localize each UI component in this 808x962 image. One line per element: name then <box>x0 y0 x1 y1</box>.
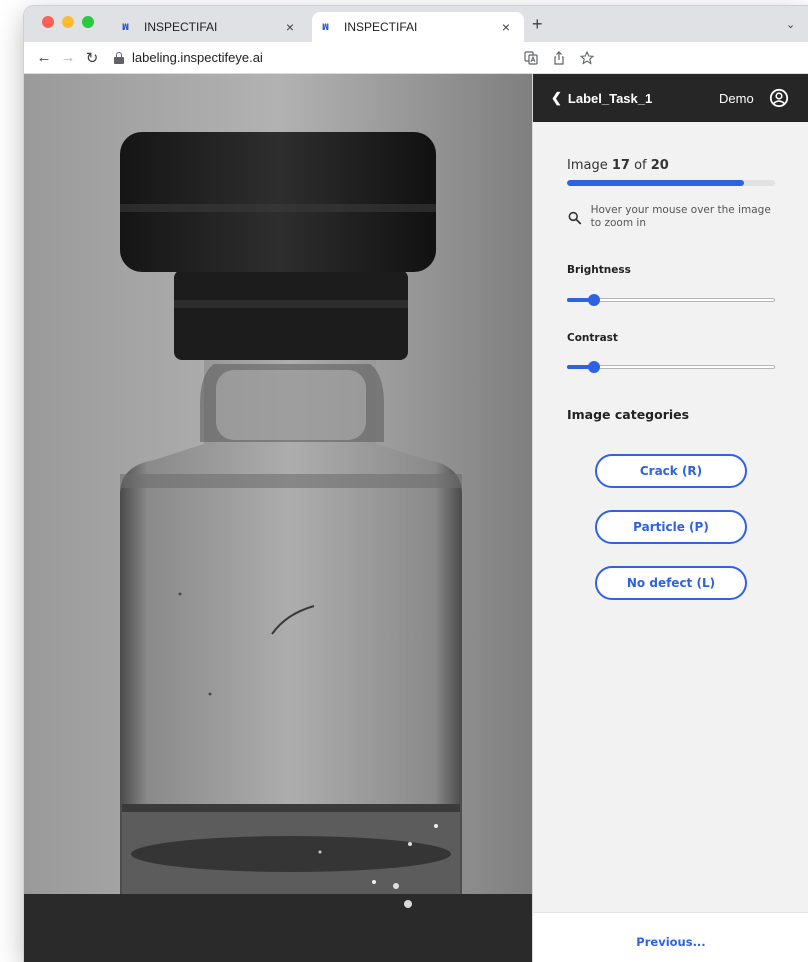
user-name[interactable]: Demo <box>719 91 754 106</box>
progress-total: 20 <box>650 158 669 173</box>
slider-handle[interactable] <box>588 294 601 306</box>
task-title: Label_Task_1 <box>567 90 653 106</box>
chevron-down-icon[interactable]: ⌄ <box>786 18 795 31</box>
contrast-slider[interactable] <box>567 360 777 374</box>
tab-close-button[interactable]: × <box>282 19 298 35</box>
bookmark-star-icon[interactable] <box>580 51 594 65</box>
share-icon[interactable] <box>552 51 566 65</box>
back-to-task-link[interactable]: ❮ Label_Task_1 <box>551 90 652 106</box>
zoom-hint-text: Hover your mouse over the image to zoom … <box>590 204 771 229</box>
reload-icon[interactable]: ↻ <box>80 49 104 67</box>
zoom-hint: Hover your mouse over the image to zoom … <box>567 204 777 230</box>
contrast-label: Contrast <box>567 332 618 344</box>
account-icon[interactable] <box>769 88 789 108</box>
translate-icon[interactable] <box>524 51 538 65</box>
lock-icon[interactable] <box>114 51 124 64</box>
magnifier-icon <box>568 211 582 225</box>
close-window-button[interactable] <box>42 16 54 28</box>
back-arrow-icon[interactable]: ← <box>32 49 56 66</box>
browser-toolbar: ← → ↻ labeling.inspectifeye.ai <box>24 42 808 74</box>
zoomable-image-viewer[interactable] <box>24 74 532 962</box>
no-defect-category-button[interactable]: No defect (L) <box>595 566 747 600</box>
slider-handle[interactable] <box>588 361 601 373</box>
inspectifai-logo-icon: I/\I <box>322 22 329 32</box>
tab-title: INSPECTIFAI <box>344 20 418 34</box>
image-progress-text: Image 17 of 20 <box>567 158 669 173</box>
sidebar-header: ❮ Label_Task_1 Demo <box>533 74 808 122</box>
particle-category-button[interactable]: Particle (P) <box>595 510 747 544</box>
image-categories-heading: Image categories <box>567 407 690 422</box>
minimize-window-button[interactable] <box>62 16 74 28</box>
brightness-label: Brightness <box>567 264 631 276</box>
sidebar-footer: Previous... <box>533 912 808 962</box>
address-bar[interactable]: labeling.inspectifeye.ai <box>132 50 263 65</box>
progress-bar <box>567 180 775 186</box>
tab-strip: I/\I INSPECTIFAI × I/\I INSPECTIFAI × + … <box>24 6 808 42</box>
maximize-window-button[interactable] <box>82 16 94 28</box>
browser-window: I/\I INSPECTIFAI × I/\I INSPECTIFAI × + … <box>24 6 808 962</box>
browser-tab-2[interactable]: I/\I INSPECTIFAI × <box>312 12 524 42</box>
inspectifai-logo-icon: I/\I <box>122 22 129 32</box>
browser-tab-1[interactable]: I/\I INSPECTIFAI × <box>112 12 308 42</box>
new-tab-button[interactable]: + <box>532 14 543 35</box>
progress-current: 17 <box>611 158 630 173</box>
progress-prefix: Image <box>567 158 608 173</box>
brightness-slider[interactable] <box>567 293 777 307</box>
crack-category-button[interactable]: Crack (R) <box>595 454 747 488</box>
vial-photo[interactable] <box>24 74 532 962</box>
previous-button[interactable]: Previous... <box>636 935 705 949</box>
chevron-left-icon: ❮ <box>551 90 562 105</box>
labeling-sidebar: ❮ Label_Task_1 Demo Image 17 of 20 Hover… <box>532 74 808 962</box>
tab-title: INSPECTIFAI <box>144 20 218 34</box>
tab-close-button[interactable]: × <box>498 19 514 35</box>
forward-arrow-icon[interactable]: → <box>56 49 80 66</box>
progress-bar-fill <box>567 180 744 186</box>
toolbar-actions <box>524 42 594 74</box>
progress-joiner: of <box>634 158 647 173</box>
